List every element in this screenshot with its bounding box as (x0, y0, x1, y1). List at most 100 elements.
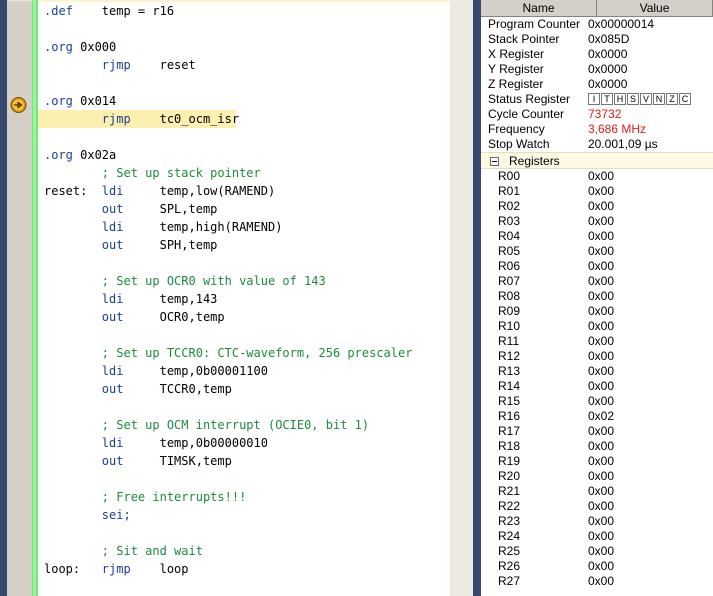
code-line[interactable] (38, 398, 450, 416)
code-line[interactable] (38, 254, 450, 272)
register-value[interactable]: 20.001,09 µs (588, 137, 658, 152)
register-row[interactable]: R21 0x00 (481, 484, 713, 499)
register-row[interactable]: R15 0x00 (481, 394, 713, 409)
register-row[interactable]: R09 0x00 (481, 304, 713, 319)
code-line[interactable]: ; Set up OCR0 with value of 143 (38, 272, 450, 290)
register-value[interactable]: 0x00 (588, 169, 614, 184)
code-line[interactable]: ldi temp,143 (38, 290, 450, 308)
register-row[interactable]: R27 0x00 (481, 574, 713, 589)
register-value[interactable]: 0x00 (588, 214, 614, 229)
register-row[interactable]: R14 0x00 (481, 379, 713, 394)
register-row[interactable]: R23 0x00 (481, 514, 713, 529)
register-value[interactable]: 0x0000 (588, 77, 627, 92)
code-line[interactable] (38, 128, 450, 146)
code-line[interactable]: .org 0x014 (38, 92, 450, 110)
register-row[interactable]: R19 0x00 (481, 454, 713, 469)
status-flag-n-checkbox[interactable]: N (653, 93, 665, 105)
register-value[interactable]: 0x00 (588, 544, 614, 559)
register-row[interactable]: R13 0x00 (481, 364, 713, 379)
register-value[interactable]: 0x00 (588, 184, 614, 199)
register-value[interactable]: 0x0000 (588, 47, 627, 62)
register-value[interactable]: 0x00 (588, 454, 614, 469)
register-value[interactable]: 0x00 (588, 334, 614, 349)
status-flag-c-checkbox[interactable]: C (679, 93, 691, 105)
register-value[interactable]: 73732 (588, 107, 621, 122)
register-row[interactable]: R07 0x00 (481, 274, 713, 289)
code-line[interactable]: out SPL,temp (38, 200, 450, 218)
register-row[interactable]: Stack Pointer 0x085D (481, 32, 713, 47)
register-value[interactable]: 0x00 (588, 424, 614, 439)
register-row[interactable]: R11 0x00 (481, 334, 713, 349)
register-value[interactable]: 0x085D (588, 32, 629, 47)
status-flag-v-checkbox[interactable]: V (640, 93, 652, 105)
register-value[interactable]: 0x00 (588, 259, 614, 274)
register-row[interactable]: R17 0x00 (481, 424, 713, 439)
register-value[interactable]: 0x00 (588, 469, 614, 484)
code-line[interactable]: ldi temp,0b00001100 (38, 362, 450, 380)
register-value[interactable]: 0x00 (588, 229, 614, 244)
register-row[interactable]: Z Register 0x0000 (481, 77, 713, 92)
status-flag-group[interactable]: ITHSVNZC (588, 93, 691, 105)
register-row[interactable]: R22 0x00 (481, 499, 713, 514)
register-row[interactable]: R26 0x00 (481, 559, 713, 574)
status-flag-s-checkbox[interactable]: S (627, 93, 639, 105)
register-value[interactable]: 3,686 MHz (588, 122, 646, 137)
status-flag-t-checkbox[interactable]: T (601, 93, 613, 105)
register-value[interactable]: 0x00 (588, 364, 614, 379)
register-value[interactable]: 0x00 (588, 394, 614, 409)
code-line[interactable]: ldi temp,high(RAMEND) (38, 218, 450, 236)
collapse-minus-icon[interactable] (490, 157, 499, 166)
register-value[interactable]: 0x00 (588, 514, 614, 529)
code-line[interactable]: .def temp = r16 (38, 2, 450, 20)
code-line[interactable] (38, 578, 450, 596)
register-value[interactable]: 0x00 (588, 439, 614, 454)
register-value[interactable]: 0x00000014 (588, 17, 654, 32)
code-line[interactable]: reset: ldi temp,low(RAMEND) (38, 182, 450, 200)
code-line[interactable]: ; Set up stack pointer (38, 164, 450, 182)
code-line[interactable] (38, 326, 450, 344)
register-row[interactable]: R24 0x00 (481, 529, 713, 544)
register-row[interactable]: R00 0x00 (481, 169, 713, 184)
register-value[interactable]: 0x00 (588, 319, 614, 334)
register-table-body[interactable]: Program Counter 0x00000014 Stack Pointer 0x… (481, 17, 713, 596)
register-row[interactable]: R18 0x00 (481, 439, 713, 454)
register-row[interactable]: X Register 0x0000 (481, 47, 713, 62)
register-value[interactable]: 0x00 (588, 274, 614, 289)
register-row[interactable]: R04 0x00 (481, 229, 713, 244)
code-line[interactable]: out SPH,temp (38, 236, 450, 254)
editor-gutter[interactable] (7, 0, 32, 596)
code-line[interactable] (38, 20, 450, 38)
register-watch-pane[interactable]: Name Value Program Counter 0x00000014 Stac… (481, 0, 713, 596)
register-value[interactable]: 0x0000 (588, 62, 627, 77)
column-header-value[interactable]: Value (597, 0, 713, 17)
code-line-current[interactable]: rjmp tc0_ocm_isr (38, 110, 239, 128)
code-line[interactable] (38, 524, 450, 542)
code-line[interactable]: ; Set up OCM interrupt (OCIE0, bit 1) (38, 416, 450, 434)
register-row[interactable]: R16 0x02 (481, 409, 713, 424)
register-value[interactable]: 0x00 (588, 499, 614, 514)
register-row[interactable]: R20 0x00 (481, 469, 713, 484)
register-value[interactable]: 0x00 (588, 574, 614, 589)
status-flag-i-checkbox[interactable]: I (588, 93, 600, 105)
register-row[interactable]: R25 0x00 (481, 544, 713, 559)
register-row[interactable]: R10 0x00 (481, 319, 713, 334)
status-flag-h-checkbox[interactable]: H (614, 93, 626, 105)
code-line[interactable]: .org 0x02a (38, 146, 450, 164)
register-value[interactable]: 0x00 (588, 199, 614, 214)
code-line[interactable]: out OCR0,temp (38, 308, 450, 326)
code-line[interactable] (38, 470, 450, 488)
code-line[interactable]: out TIMSK,temp (38, 452, 450, 470)
register-row[interactable]: R08 0x00 (481, 289, 713, 304)
register-value[interactable]: 0x00 (588, 379, 614, 394)
register-value[interactable]: 0x00 (588, 244, 614, 259)
register-row[interactable]: R02 0x00 (481, 199, 713, 214)
code-line[interactable]: ; Free interrupts!!! (38, 488, 450, 506)
register-row[interactable]: Y Register 0x0000 (481, 62, 713, 77)
register-row[interactable]: Cycle Counter 73732 (481, 107, 713, 122)
code-line[interactable]: ldi temp,0b00000010 (38, 434, 450, 452)
status-flag-z-checkbox[interactable]: Z (666, 93, 678, 105)
register-row[interactable]: Frequency 3,686 MHz (481, 122, 713, 137)
register-row[interactable]: Status Register I T H S V N Z C (481, 92, 713, 107)
code-line[interactable]: out TCCR0,temp (38, 380, 450, 398)
register-group-header[interactable]: Registers (481, 152, 713, 169)
